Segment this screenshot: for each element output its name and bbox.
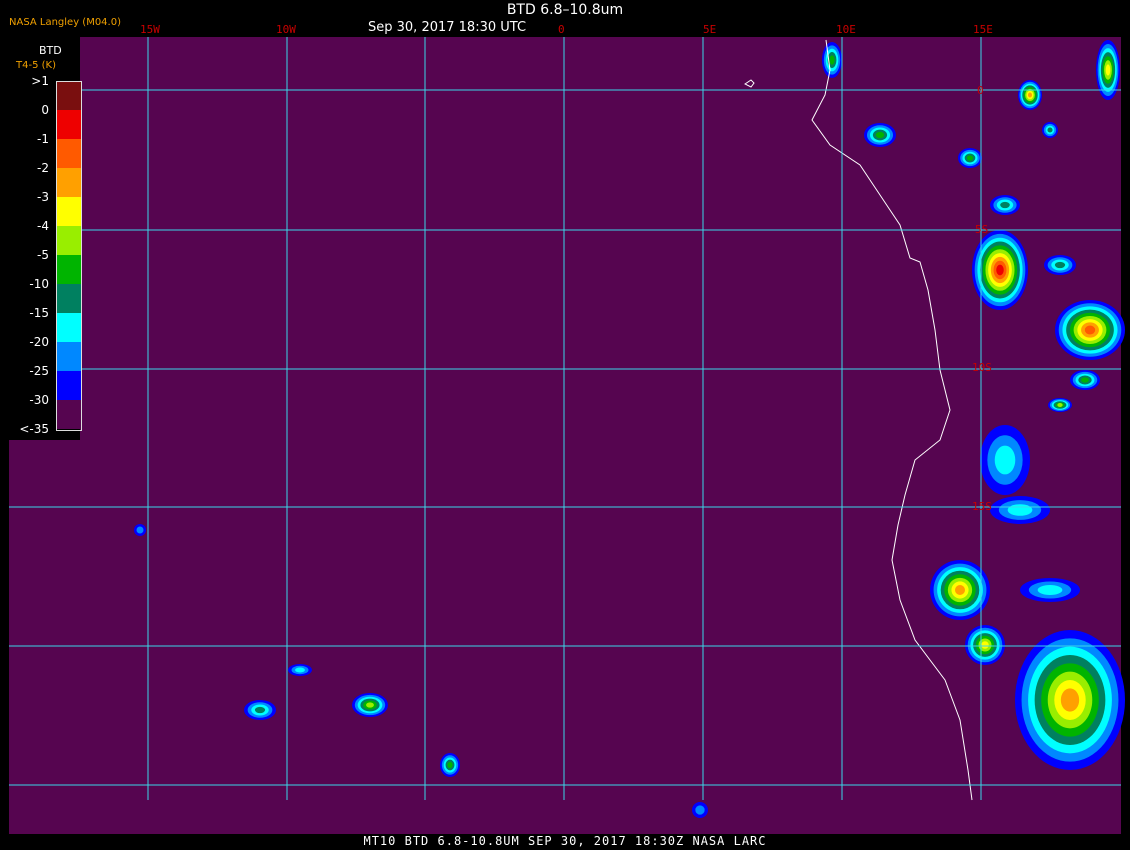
cloud-region <box>1047 127 1053 133</box>
legend-tick: -3 <box>37 190 49 204</box>
legend-tick: 0 <box>41 103 49 117</box>
latitude-label: 15S <box>972 500 992 513</box>
cloud-region <box>1081 377 1089 383</box>
latitude-label: 10S <box>972 361 992 374</box>
longitude-label: 0 <box>558 23 565 36</box>
satellite-image-view: BTD 6.8–10.8um Sep 30, 2017 18:30 UTC NA… <box>0 0 1130 850</box>
cloud-region <box>1084 325 1096 335</box>
longitude-label: 10E <box>836 23 856 36</box>
latitude-label: 0 <box>977 84 984 97</box>
cloud-region <box>254 706 266 714</box>
cloud-region <box>447 761 453 769</box>
image-title: BTD 6.8–10.8um <box>506 2 624 18</box>
cloud-region <box>994 445 1016 475</box>
legend-frame <box>56 81 82 431</box>
cloud-region <box>996 264 1004 276</box>
cloud-region <box>366 702 374 708</box>
longitude-label: 10W <box>276 23 296 36</box>
legend-tick: -1 <box>37 132 49 146</box>
cloud-region <box>136 526 144 534</box>
longitude-label: 5E <box>703 23 717 36</box>
legend-title: BTD <box>39 44 62 57</box>
cloud-region <box>295 667 305 673</box>
legend-tick: -2 <box>37 161 49 175</box>
image-timestamp: Sep 30, 2017 18:30 UTC <box>368 20 527 35</box>
provider-label: NASA Langley (M04.0) <box>9 17 121 28</box>
legend-tick: -15 <box>29 306 49 320</box>
image-background <box>9 37 1121 834</box>
cloud-region <box>1037 585 1063 595</box>
legend-unit: T4-5 (K) <box>16 60 56 71</box>
cloud-region <box>981 641 989 649</box>
cloud-region <box>1057 403 1063 407</box>
legend-tick: -4 <box>37 219 49 233</box>
cloud-region <box>695 805 705 815</box>
longitude-label: 15W <box>140 23 160 36</box>
cloud-region <box>1000 201 1010 209</box>
cloud-region <box>1105 64 1111 76</box>
legend-tick: <-35 <box>19 422 49 436</box>
latitude-label: 5S <box>975 223 989 236</box>
cloud-region <box>1054 261 1066 269</box>
map-canvas <box>9 37 1125 834</box>
cloud-region <box>966 155 974 161</box>
legend-tick: -25 <box>29 364 49 378</box>
cloud-region <box>1028 92 1032 98</box>
color-legend: BTD T4-5 (K) >1 0 -1 -2 -3 -4 -5 -10 -15… <box>9 37 82 440</box>
image-footer-caption: MT10 BTD 6.8-10.8UM SEP 30, 2017 18:30Z … <box>363 834 767 848</box>
legend-tick: -20 <box>29 335 49 349</box>
cloud-region <box>875 131 885 139</box>
longitude-label: 15E <box>973 23 993 36</box>
cloud-region <box>829 55 835 65</box>
legend-tick: >1 <box>31 74 49 88</box>
cloud-region <box>955 585 965 595</box>
legend-tick: -5 <box>37 248 49 262</box>
legend-tick: -30 <box>29 393 49 407</box>
cloud-region <box>1060 688 1080 712</box>
legend-tick: -10 <box>29 277 49 291</box>
cloud-region <box>1007 504 1033 516</box>
